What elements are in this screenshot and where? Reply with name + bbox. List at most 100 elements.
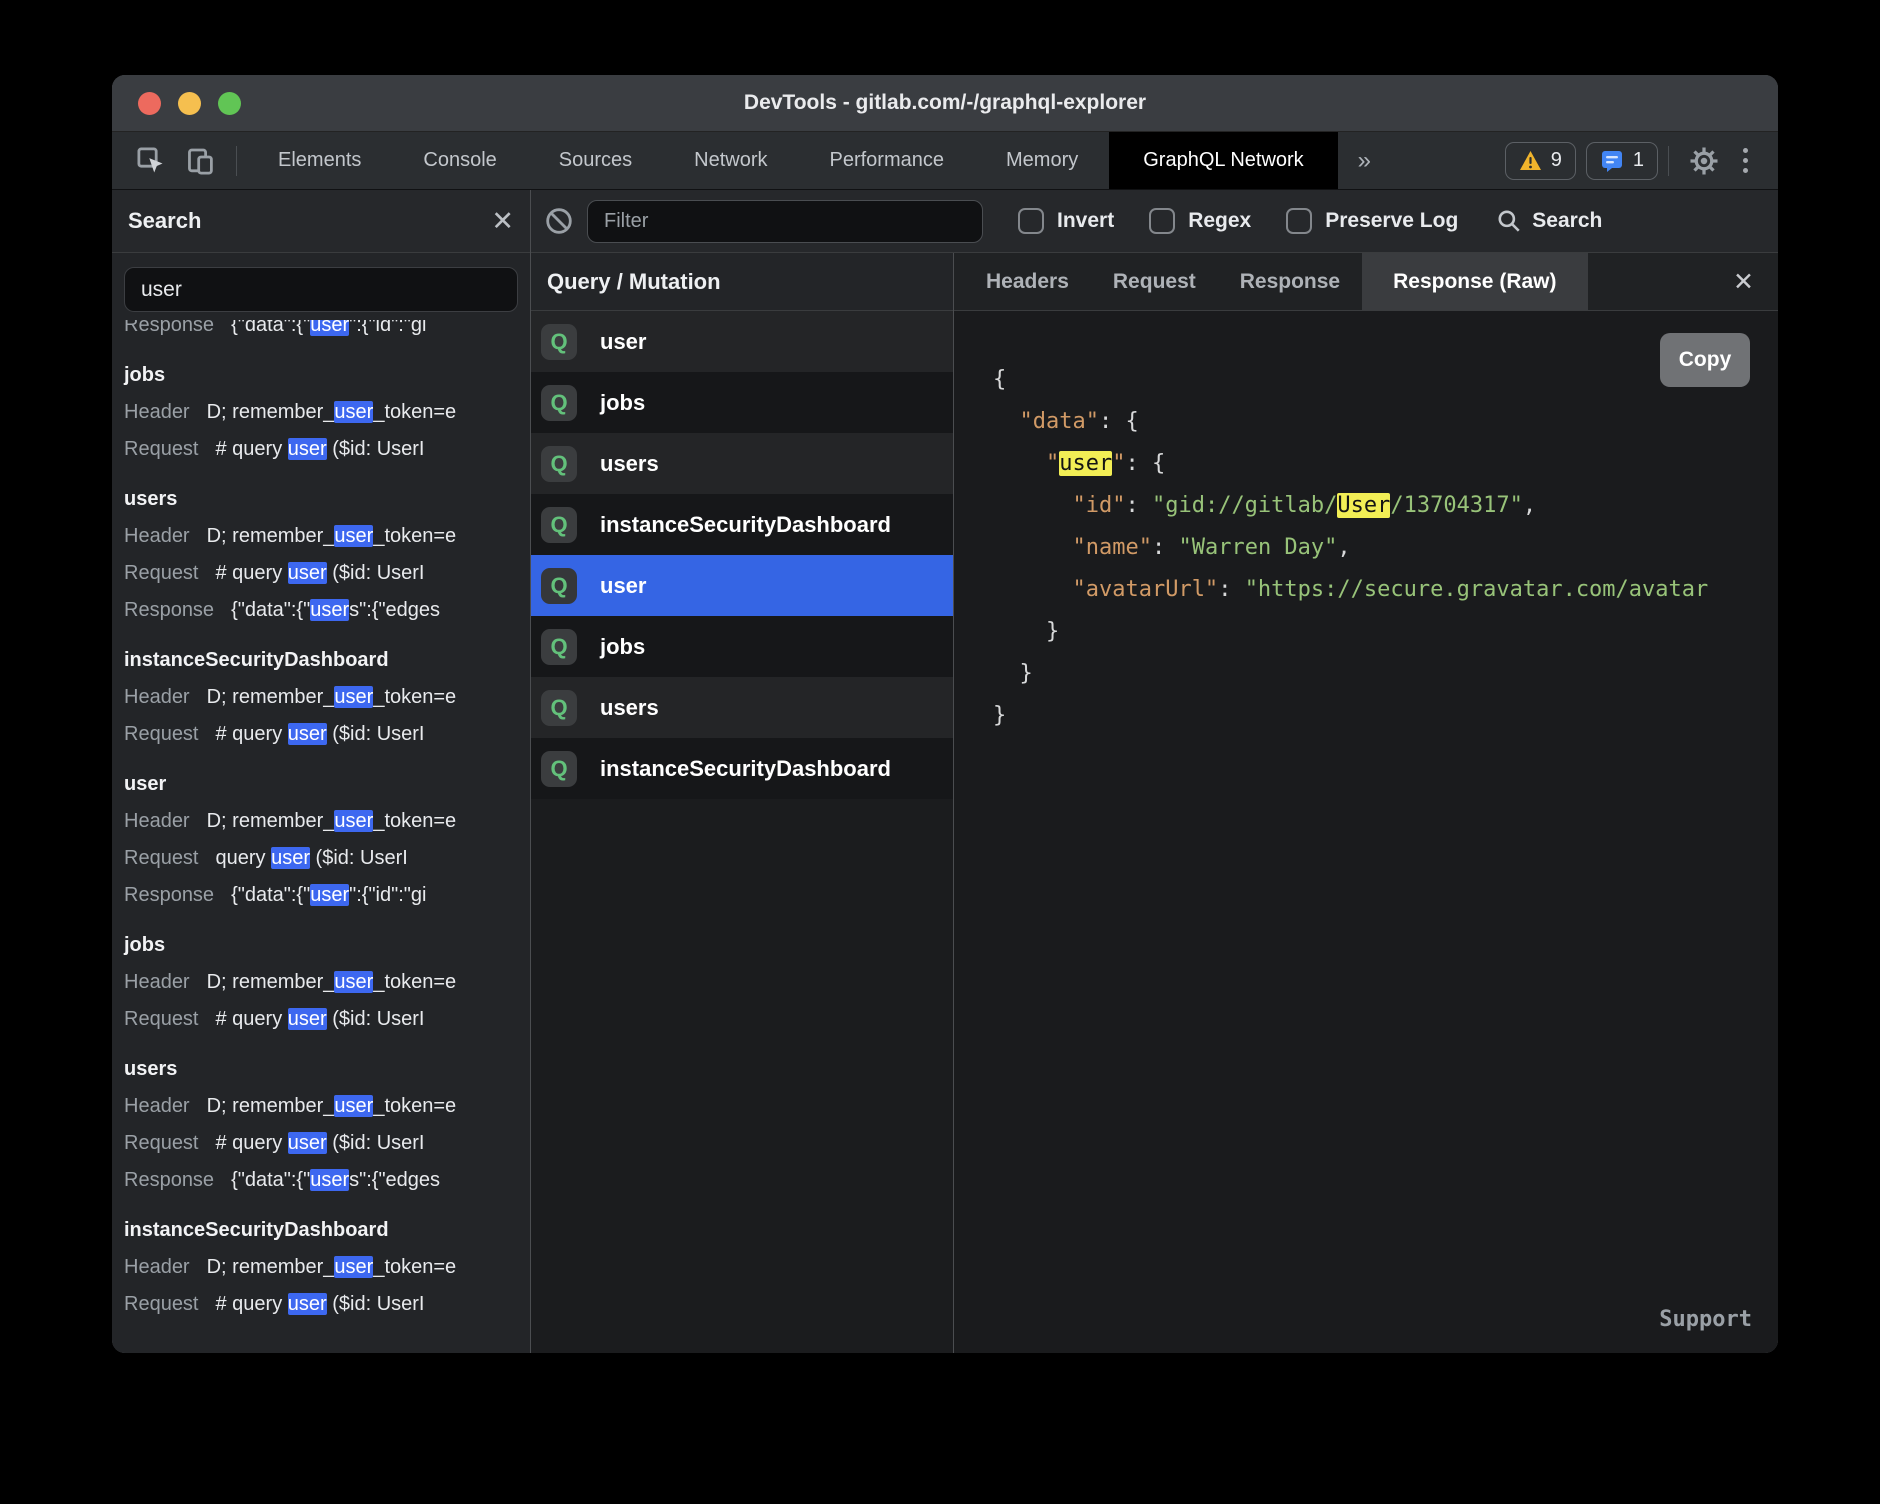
result-snippet: D; remember_user_token=e [207,679,457,716]
match-highlight: user [288,1132,327,1154]
search-result-line[interactable]: HeaderD; remember_user_token=e [124,394,518,431]
detail-tab-request[interactable]: Request [1091,253,1218,310]
match-highlight: user [334,971,373,993]
json-indent [993,661,1020,686]
search-result-line[interactable]: Header D; remember_user_token=e [124,679,518,716]
tab-console[interactable]: Console [392,132,527,189]
search-result-line[interactable]: Request# query user ($id: UserI [124,1286,518,1323]
tab-network[interactable]: Network [663,132,798,189]
json-line: } [993,695,1778,737]
copy-button[interactable]: Copy [1660,333,1750,387]
search-result-line[interactable]: Request# query user ($id: UserI [124,1125,518,1162]
window-title: DevTools - gitlab.com/-/graphql-explorer [744,91,1146,115]
query-row[interactable]: QinstanceSecurityDashboard [531,738,953,799]
search-result-group-title[interactable]: instanceSecurityDashboard [124,642,518,679]
json-token: { [993,367,1006,392]
clear-log-icon[interactable] [545,207,573,235]
match-highlight: user [310,1169,349,1191]
tab-performance[interactable]: Performance [799,132,976,189]
snippet-text: _token=e [373,1256,456,1278]
search-result-group-title[interactable]: instanceSecurityDashboard [124,1212,518,1249]
query-type-badge: Q [541,324,577,360]
snippet-text: ":{"id":"gi [349,884,426,906]
result-snippet: # query user ($id: UserI [216,431,425,468]
search-result-line[interactable]: Request# query user ($id: UserI [124,1001,518,1038]
result-field-label: Request [124,840,199,877]
detail-pane: HeadersRequestResponseResponse (Raw) ✕ {… [954,253,1778,1353]
search-result-line[interactable]: HeaderD; remember_user_token=e [124,518,518,555]
query-row[interactable]: Qusers [531,433,953,494]
search-result-line[interactable]: Response{"data":{"user":{"id":"gi [124,877,518,914]
result-snippet: # query user ($id: UserI [216,1286,425,1323]
query-row-selected[interactable]: Quser [531,555,953,616]
inspect-element-icon[interactable] [126,132,176,189]
detail-tab-headers[interactable]: Headers [964,253,1091,310]
tab-sources[interactable]: Sources [528,132,663,189]
search-result-line[interactable]: Request# query user ($id: UserI [124,555,518,592]
result-field-label: Header [124,679,190,716]
search-result-line[interactable]: Request# query user ($id: UserI [124,716,518,753]
preserve-log-checkbox[interactable] [1286,208,1312,234]
more-tabs-button[interactable]: » [1338,132,1391,189]
json-token: "avatarUrl" [1072,577,1218,602]
json-token: , [1337,535,1350,560]
query-pane: Query / Mutation QuserQjobsQusersQinstan… [531,253,954,1353]
search-result-line[interactable]: Response{"data":{"users":{"edges [124,1162,518,1199]
minimize-window-button[interactable] [178,92,201,115]
device-toolbar-icon[interactable] [176,132,226,189]
query-row-label: user [600,329,646,355]
detail-tab-response[interactable]: Response [1218,253,1362,310]
preserve-log-option: Preserve Log [1286,208,1458,234]
issues-badge[interactable]: 1 [1586,142,1658,180]
search-result-line[interactable]: Response{"data":{"users":{"edges [124,592,518,629]
detail-close-icon[interactable]: ✕ [1709,253,1778,310]
snippet-text: s":{"edges [349,1169,440,1191]
query-row[interactable]: Qjobs [531,616,953,677]
search-pane-close-icon[interactable]: ✕ [491,208,514,235]
search-result-line[interactable]: HeaderD; remember_user_token=e [124,803,518,840]
detail-tab-response-raw[interactable]: Response (Raw) [1362,253,1587,310]
match-highlight: user [288,1008,327,1030]
result-field-label: Header [124,803,190,840]
network-toolbar: Invert Regex Preserve Log Search [531,190,1778,253]
search-result-group-title[interactable]: jobs [124,357,518,394]
menu-kebab-icon[interactable] [1729,148,1762,173]
search-input[interactable] [124,267,518,312]
json-token: /13704317" [1390,493,1522,518]
warnings-badge[interactable]: 9 [1505,142,1576,180]
tab-graphql-network[interactable]: GraphQL Network [1109,132,1337,189]
query-row-label: instanceSecurityDashboard [600,512,891,538]
close-window-button[interactable] [138,92,161,115]
toolbar-search[interactable]: Search [1496,208,1602,234]
search-result-group-title[interactable]: users [124,481,518,518]
search-result-line[interactable]: HeaderD; remember_user_token=e [124,964,518,1001]
query-row[interactable]: Qusers [531,677,953,738]
search-pane-title: Search [128,208,491,234]
regex-checkbox[interactable] [1149,208,1175,234]
network-panes: Query / Mutation QuserQjobsQusersQinstan… [531,253,1778,1353]
search-result-line[interactable]: Requestquery user ($id: UserI [124,840,518,877]
search-result-group-title[interactable]: user [124,766,518,803]
json-token: , [1523,493,1536,518]
controls-separator [1668,146,1669,176]
search-result-line[interactable]: Request# query user ($id: UserI [124,431,518,468]
query-row[interactable]: Quser [531,311,953,372]
query-row[interactable]: Qjobs [531,372,953,433]
settings-gear-icon[interactable] [1679,146,1729,176]
search-result-line-partial[interactable]: Response{"data":{"user":{"id":"gi [124,320,518,344]
invert-checkbox[interactable] [1018,208,1044,234]
search-result-group-title[interactable]: jobs [124,927,518,964]
search-result-group-title[interactable]: users [124,1051,518,1088]
result-field-label: Request [124,1125,199,1162]
json-token: : [1218,577,1245,602]
search-result-line[interactable]: HeaderD; remember_user_token=e [124,1088,518,1125]
query-row[interactable]: QinstanceSecurityDashboard [531,494,953,555]
result-snippet: D; remember_user_token=e [207,518,457,555]
search-result-line[interactable]: HeaderD; remember_user_token=e [124,1249,518,1286]
tab-memory[interactable]: Memory [975,132,1109,189]
maximize-window-button[interactable] [218,92,241,115]
support-link[interactable]: Support [1659,1299,1752,1341]
tab-elements[interactable]: Elements [247,132,392,189]
snippet-text: D; remember_ [207,686,335,708]
filter-input[interactable] [587,200,983,243]
